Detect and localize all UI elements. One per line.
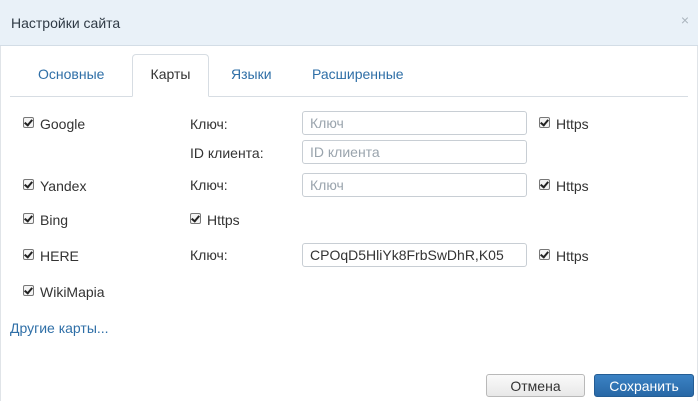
yandex-key-input[interactable]: [302, 173, 527, 197]
google-key-label: Ключ:: [190, 116, 228, 132]
yandex-label: Yandex: [40, 178, 87, 194]
google-client-id-label: ID клиента:: [190, 145, 264, 161]
here-label: HERE: [40, 248, 79, 264]
other-maps-link[interactable]: Другие карты...: [10, 320, 109, 336]
cancel-button[interactable]: Отмена: [486, 374, 585, 397]
wikimapia-label: WikiMapia: [40, 284, 105, 300]
bing-https-checkbox[interactable]: [190, 213, 201, 224]
here-key-label: Ключ:: [190, 247, 228, 263]
bing-https-label: Https: [207, 212, 240, 228]
here-https-label: Https: [556, 248, 589, 264]
tab-general[interactable]: Основные: [38, 66, 104, 82]
bing-checkbox[interactable]: [23, 213, 34, 224]
google-label: Google: [40, 116, 86, 132]
google-checkbox[interactable]: [23, 117, 34, 128]
here-checkbox[interactable]: [23, 249, 34, 260]
tab-maps[interactable]: Карты: [132, 54, 209, 97]
close-icon[interactable]: ×: [678, 13, 692, 27]
here-key-input[interactable]: [302, 243, 527, 267]
tab-languages[interactable]: Языки: [231, 66, 272, 82]
wikimapia-checkbox[interactable]: [23, 285, 34, 296]
google-https-label: Https: [556, 116, 589, 132]
yandex-checkbox[interactable]: [23, 179, 34, 190]
yandex-https-label: Https: [556, 178, 589, 194]
yandex-https-checkbox[interactable]: [539, 179, 550, 190]
google-client-id-input[interactable]: [302, 140, 527, 164]
dialog-titlebar: Настройки сайта ×: [0, 0, 698, 46]
bing-label: Bing: [40, 212, 69, 228]
tab-advanced[interactable]: Расширенные: [312, 66, 404, 82]
dialog-border-left: [0, 46, 1, 401]
google-key-input[interactable]: [302, 111, 527, 135]
here-https-checkbox[interactable]: [539, 249, 550, 260]
tabs-underline: [10, 96, 688, 97]
yandex-key-label: Ключ:: [190, 177, 228, 193]
dialog-title: Настройки сайта: [11, 15, 121, 31]
save-button[interactable]: Сохранить: [594, 374, 694, 397]
google-https-checkbox[interactable]: [539, 117, 550, 128]
